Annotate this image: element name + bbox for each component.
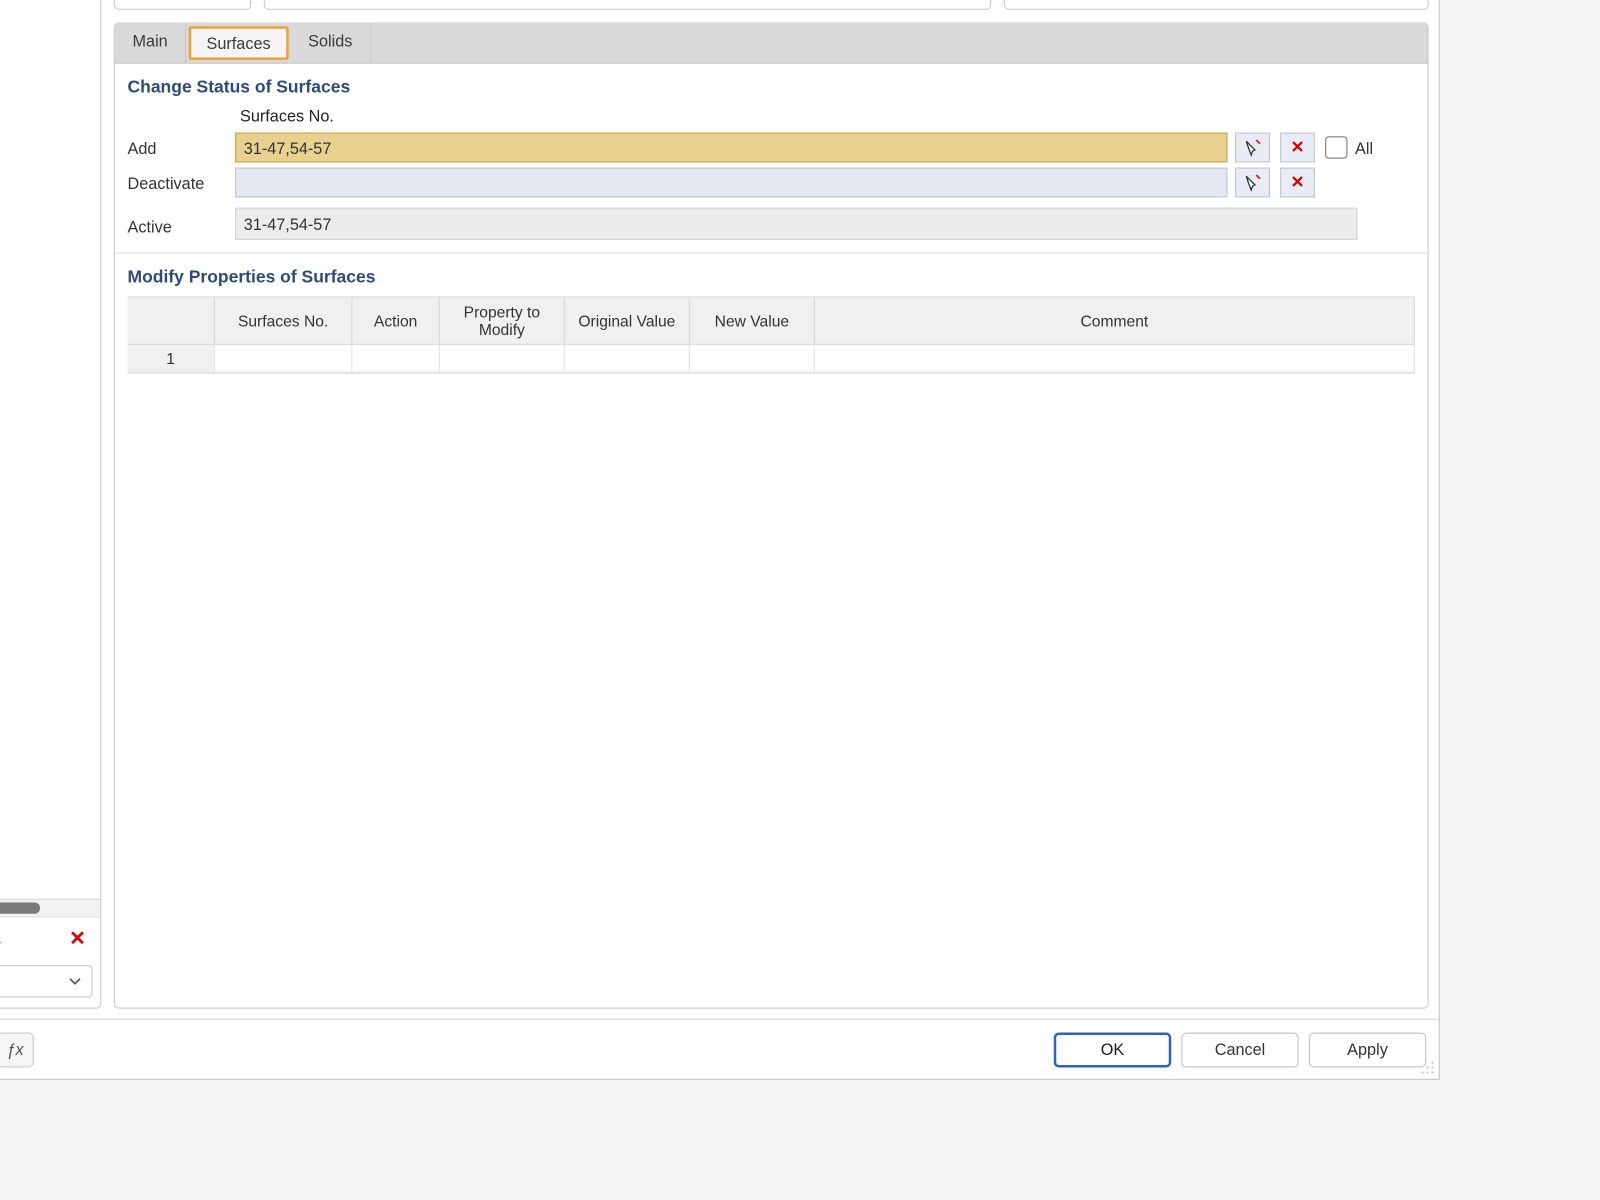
resize-grip-icon[interactable] bbox=[1419, 1059, 1437, 1077]
deactivate-clear-button[interactable]: ✕ bbox=[1280, 168, 1315, 198]
row-number: 1 bbox=[128, 345, 216, 373]
fx-button[interactable]: ƒx bbox=[0, 1032, 34, 1067]
cancel-button[interactable]: Cancel bbox=[1181, 1032, 1299, 1067]
chevron-down-icon bbox=[69, 972, 82, 991]
change-status-title: Change Status of Surfaces bbox=[128, 76, 1416, 96]
table-row[interactable]: 1 bbox=[128, 345, 1416, 373]
col-new: New Value bbox=[690, 298, 815, 346]
dialog-window: Construction Stages List CS1 Start | Mat… bbox=[0, 0, 1440, 1080]
list-horizontal-scrollbar[interactable] bbox=[0, 899, 100, 917]
tab-solids[interactable]: Solids bbox=[291, 24, 372, 63]
dialog-button-bar: ? 0,00 ƒx OK Cancel Apply bbox=[0, 1019, 1439, 1079]
col-property: Property to Modify bbox=[440, 298, 565, 346]
list-toolbar: ✕ bbox=[0, 916, 100, 960]
tabstrip: Main Surfaces Solids bbox=[115, 24, 1428, 64]
deactivate-surfaces-input[interactable] bbox=[235, 168, 1228, 198]
cell-comment[interactable] bbox=[815, 345, 1415, 373]
change-status-section: Change Status of Surfaces Surfaces No. A… bbox=[115, 64, 1428, 240]
delete-item-button[interactable]: ✕ bbox=[63, 925, 93, 953]
modify-properties-section: Modify Properties of Surfaces Surfaces N… bbox=[115, 253, 1428, 374]
all-label: All bbox=[1355, 138, 1373, 157]
cell-original[interactable] bbox=[565, 345, 690, 373]
active-surfaces-field: 31-47,54-57 bbox=[235, 208, 1358, 241]
ok-button[interactable]: OK bbox=[1054, 1032, 1172, 1067]
list-tree[interactable]: CS1 Start | Material Lineariz bbox=[0, 0, 100, 899]
cell-property[interactable] bbox=[440, 345, 565, 373]
details-panel: No. CS1 Construction Stage Name Start | … bbox=[114, 0, 1429, 1009]
to-solve-group: To Solve bbox=[1004, 0, 1429, 10]
filter-combo[interactable]: All (1) bbox=[0, 965, 93, 998]
name-group: Construction Stage Name Start | Material… bbox=[264, 0, 992, 10]
list-panel: List CS1 Start | Material Lineariz bbox=[0, 0, 101, 1009]
all-checkbox[interactable] bbox=[1325, 136, 1348, 159]
apply-button[interactable]: Apply bbox=[1309, 1032, 1427, 1067]
col-surfaces-no: Surfaces No. bbox=[215, 298, 353, 346]
cell-new[interactable] bbox=[690, 345, 815, 373]
col-action: Action bbox=[353, 298, 441, 346]
deactivate-row-label: Deactivate bbox=[128, 173, 228, 192]
add-row-label: Add bbox=[128, 138, 228, 157]
content-panel: Main Surfaces Solids Change Status of Su… bbox=[114, 23, 1429, 1009]
tab-surfaces[interactable]: Surfaces bbox=[189, 26, 288, 60]
modify-table[interactable]: Surfaces No. Action Property to Modify O… bbox=[128, 296, 1416, 374]
col-comment: Comment bbox=[815, 298, 1415, 346]
col-original: Original Value bbox=[565, 298, 690, 346]
add-clear-button[interactable]: ✕ bbox=[1280, 133, 1315, 163]
modify-table-header: Surfaces No. Action Property to Modify O… bbox=[128, 298, 1416, 346]
swap-button[interactable] bbox=[0, 925, 10, 953]
tab-main[interactable]: Main bbox=[115, 24, 186, 63]
surfaces-no-col-header: Surfaces No. bbox=[235, 106, 1228, 127]
active-row-label: Active bbox=[128, 217, 228, 236]
col-rownum bbox=[128, 298, 216, 346]
modify-properties-title: Modify Properties of Surfaces bbox=[128, 266, 1416, 286]
add-surfaces-input[interactable]: 31-47,54-57 bbox=[235, 133, 1228, 163]
add-pick-button[interactable] bbox=[1235, 133, 1270, 163]
no-group: No. CS1 bbox=[114, 0, 252, 10]
deactivate-pick-button[interactable] bbox=[1235, 168, 1270, 198]
cell-surfaces-no[interactable] bbox=[215, 345, 353, 373]
cell-action[interactable] bbox=[353, 345, 441, 373]
